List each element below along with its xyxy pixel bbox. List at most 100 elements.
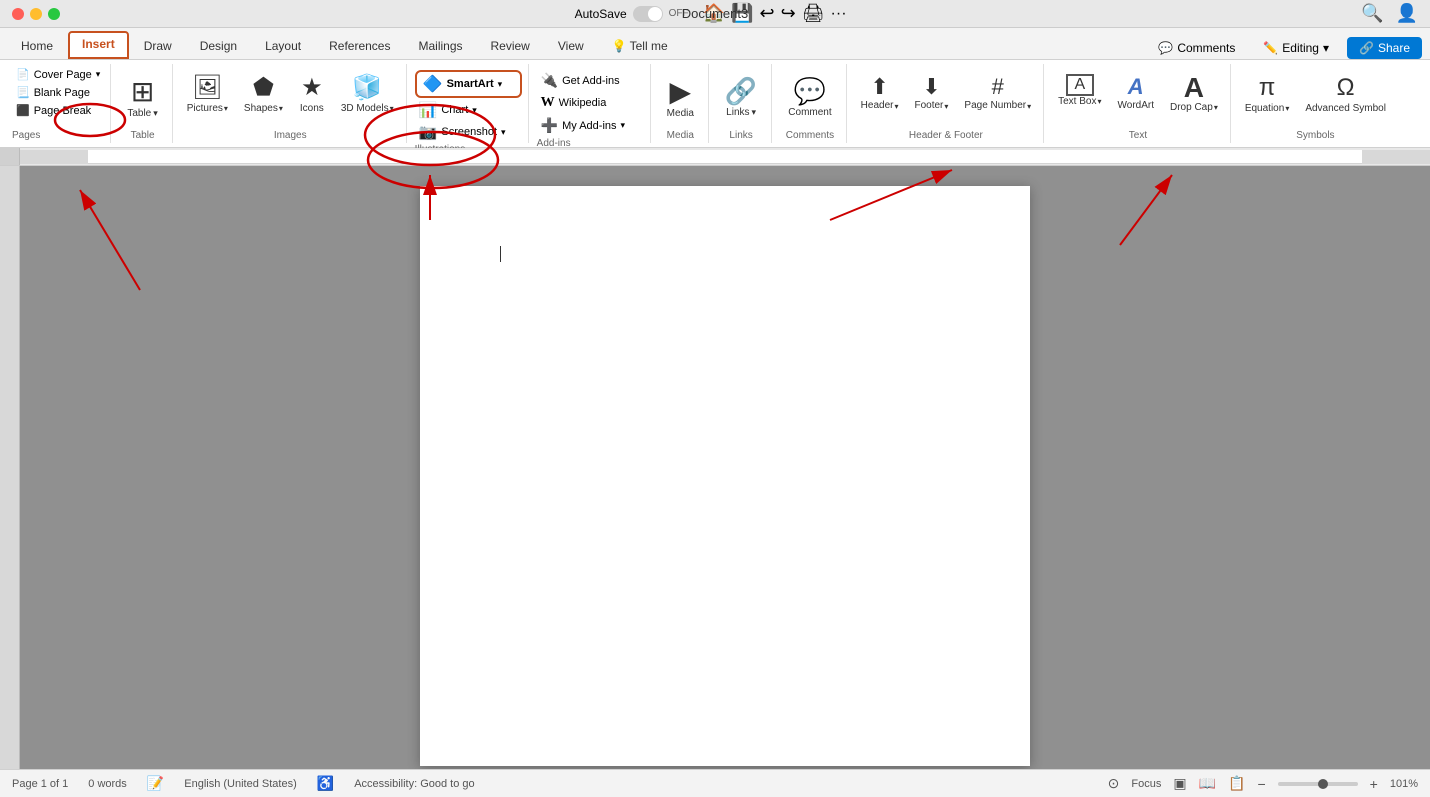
text-box-button[interactable]: A Text Box ▾ [1052,70,1107,112]
screenshot-button[interactable]: 📷 Screenshot ▾ [415,122,522,142]
share-label: Share [1378,41,1410,55]
links-group-label: Links [729,128,752,141]
horizontal-ruler [20,148,1430,165]
close-button[interactable] [12,8,24,20]
media-label: Media [667,108,694,119]
my-add-ins-button[interactable]: ➕ My Add-ins ▾ [537,115,644,136]
tab-draw[interactable]: Draw [131,34,185,59]
page-number-button[interactable]: # Page Number ▾ [958,70,1037,116]
minimize-button[interactable] [30,8,42,20]
zoom-slider[interactable] [1278,782,1358,786]
media-button[interactable]: ▶ Media [659,66,702,128]
text-cursor [500,246,501,262]
table-label: Table [127,108,151,119]
3d-models-button[interactable]: 🧊 3D Models ▾ [335,70,400,119]
page-break-label: Page Break [34,105,91,117]
wordart-label: WordArt [1118,100,1155,112]
focus-label[interactable]: Focus [1131,778,1161,790]
advanced-symbol-icon: Ω [1337,74,1355,103]
accessibility-label: Accessibility: Good to go [354,778,474,790]
header-icon: ⬆ [870,74,888,100]
zoom-out-icon[interactable]: − [1257,776,1265,792]
links-button[interactable]: 🔗 Links ▾ [717,66,765,128]
zoom-level[interactable]: 101% [1390,778,1418,790]
icons-label: Icons [300,103,324,115]
shapes-arrow: ▾ [279,104,283,114]
cover-page-arrow: ▾ [96,69,101,80]
ribbon-group-images: 🖼 Pictures ▾ ⬟ Shapes ▾ ★ Icons 🧊 [175,64,407,143]
header-button[interactable]: ⬆ Header ▾ [855,70,905,116]
tab-mailings[interactable]: Mailings [405,34,475,59]
comments-button[interactable]: 💬 Comments [1148,37,1245,59]
document-page[interactable]: G [420,186,1030,766]
header-arrow: ▾ [894,102,898,112]
view-layout-icon[interactable]: 📋 [1228,775,1245,792]
title-bar: AutoSave OFF 🏠 💾 ↩ ↪ 🖨 ··· Document3 🔍 👤 [0,0,1430,28]
tab-insert[interactable]: Insert [68,31,129,59]
editing-button[interactable]: ✏️ Editing ▾ [1253,37,1339,59]
drop-cap-label: Drop Cap [1170,102,1213,114]
shapes-label: Shapes [244,103,278,115]
get-add-ins-button[interactable]: 🔌 Get Add-ins [537,70,644,91]
advanced-symbol-button[interactable]: Ω Advanced Symbol [1299,70,1392,119]
blank-page-button[interactable]: 📃 Blank Page [12,84,104,101]
canvas-area[interactable]: G [20,166,1430,769]
links-icon: 🔗 [725,76,757,107]
pictures-arrow: ▾ [224,104,228,114]
text-group-label: Text [1129,128,1147,141]
page-break-button[interactable]: ⬛ Page Break [12,102,104,119]
header-footer-group-label: Header & Footer [909,128,983,141]
tab-design[interactable]: Design [187,34,250,59]
comment-button[interactable]: 💬 Comment [780,66,839,128]
tab-review[interactable]: Review [478,34,543,59]
comments-group-label: Comments [786,128,834,141]
shapes-icon: ⬟ [253,74,274,103]
smartart-label: SmartArt [447,78,494,90]
icons-button[interactable]: ★ Icons [293,70,331,119]
maximize-button[interactable] [48,8,60,20]
spell-check-icon[interactable]: 📝 [147,775,164,792]
wordart-button[interactable]: A WordArt [1112,70,1161,116]
chart-button[interactable]: 📊 Chart ▾ [415,100,522,120]
ribbon-group-table: ⊞ Table ▾ Table [113,64,172,143]
pictures-button[interactable]: 🖼 Pictures ▾ [181,70,234,119]
tab-home[interactable]: Home [8,34,66,59]
zoom-in-icon[interactable]: + [1370,776,1378,792]
symbols-group-label: Symbols [1296,128,1334,141]
autosave-toggle[interactable] [633,6,663,22]
wordart-icon: A [1128,74,1144,100]
tab-view[interactable]: View [545,34,597,59]
view-normal-icon[interactable]: ▣ [1173,775,1186,792]
comment-label: Comment [788,107,831,118]
language[interactable]: English (United States) [184,778,297,790]
table-button[interactable]: ⊞ Table ▾ [119,66,165,128]
blank-page-icon: 📃 [16,86,30,99]
editing-label: Editing [1282,41,1319,55]
view-read-icon[interactable]: 📖 [1199,775,1216,792]
links-label: Links [726,107,749,118]
shapes-button[interactable]: ⬟ Shapes ▾ [238,70,289,119]
ribbon-group-links: 🔗 Links ▾ Links [711,64,772,143]
page-break-icon: ⬛ [16,104,30,117]
tab-tell-me[interactable]: 💡 Tell me [599,34,681,59]
vertical-ruler [0,166,20,769]
media-icon: ▶ [670,75,692,108]
equation-button[interactable]: π Equation ▾ [1239,70,1296,119]
screenshot-icon: 📷 [419,123,438,141]
autosave-label: AutoSave [575,7,627,21]
cover-page-button[interactable]: 📄 Cover Page ▾ [12,66,104,83]
smartart-button[interactable]: 🔷 SmartArt ▾ [415,70,522,98]
equation-label: Equation [1245,103,1284,115]
wikipedia-button[interactable]: W Wikipedia [537,93,644,113]
share-button[interactable]: 🔗 Share [1347,37,1422,59]
ribbon-group-media: ▶ Media Media [653,64,709,143]
smartart-arrow: ▾ [498,79,503,90]
cover-page-icon: 📄 [16,68,30,81]
chart-icon: 📊 [419,101,438,119]
ribbon-group-illustrations: 🔷 SmartArt ▾ 📊 Chart ▾ 📷 Screenshot ▾ Il… [409,64,529,143]
footer-button[interactable]: ⬇ Footer ▾ [908,70,954,116]
tab-references[interactable]: References [316,34,403,59]
tab-layout[interactable]: Layout [252,34,314,59]
drop-cap-button[interactable]: A Drop Cap ▾ [1164,70,1224,118]
text-box-arrow: ▾ [1097,97,1101,107]
